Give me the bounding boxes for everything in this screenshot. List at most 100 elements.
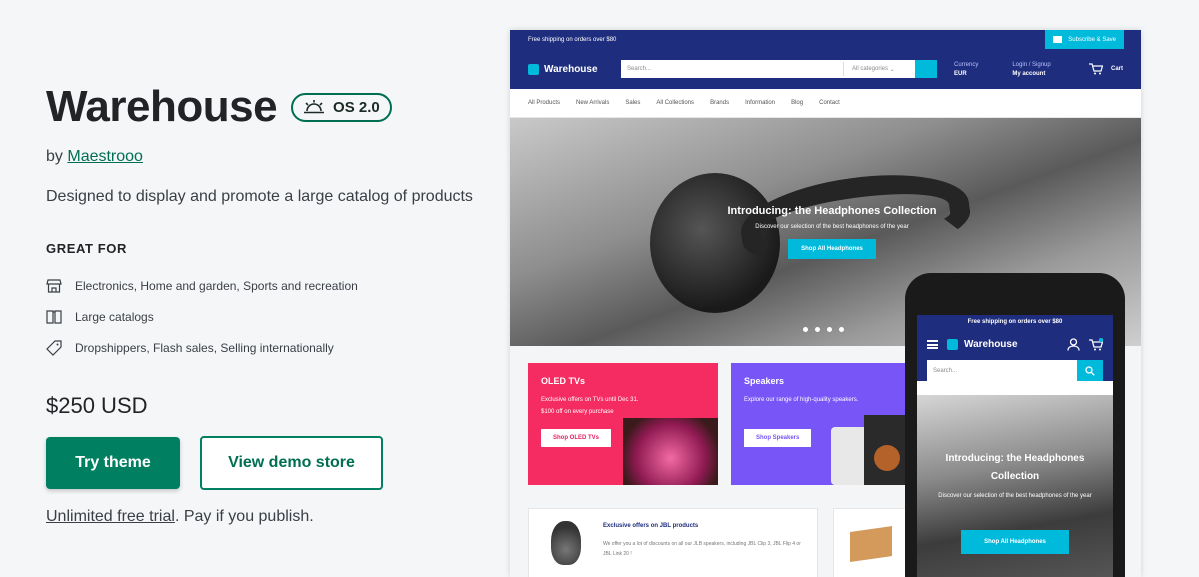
mobile-store-name[interactable]: Warehouse [964,339,1018,350]
theme-info-panel: Warehouse OS 2.0 by Maestrooo Designed t… [46,0,496,577]
os-badge-label: OS 2.0 [333,98,380,116]
nav-item[interactable]: Blog [791,100,803,106]
menu-icon[interactable] [927,339,938,349]
announcement-text: Free shipping on orders over $80 [528,36,617,43]
envelope-icon [1053,36,1063,43]
card-title: Exclusive offers on JBL products [603,523,699,529]
mobile-header-icons [1067,337,1103,351]
mobile-shop-headphones-button[interactable]: Shop All Headphones [961,530,1069,554]
search-button[interactable] [915,60,937,78]
account-value: My account [1012,70,1046,77]
mobile-hero-subtitle: Discover our selection of the best headp… [938,493,1092,499]
cart-icon [1088,63,1103,75]
promo-line: Exclusive offers on TVs until Dec 31. [541,397,639,403]
trial-suffix: . Pay if you publish. [174,508,314,525]
shop-oled-button[interactable]: Shop OLED TVs [541,429,612,447]
subscribe-label: Subscribe & Save [1068,36,1116,43]
mobile-announcement: Free shipping on orders over $80 [917,315,1113,329]
header-utilities: Currency EUR Login / Signup My account [954,62,1085,77]
jbl-offer-card[interactable]: Exclusive offers on JBL products We offe… [528,508,818,577]
slide-dot[interactable] [827,327,832,332]
mobile-screen: Free shipping on orders over $80 Warehou… [917,315,1113,577]
store-logo[interactable]: Warehouse [528,63,621,75]
card-text: We offer you a lot of discounts on all o… [603,541,801,557]
logo-icon [528,63,539,75]
announcement-bar: Free shipping on orders over $80 Subscri… [510,30,1141,49]
nav-item[interactable]: All Products [528,100,560,106]
slide-dot[interactable] [803,327,808,332]
title-row: Warehouse OS 2.0 [46,82,392,132]
feature-label: Dropshippers, Flash sales, Selling inter… [75,341,334,355]
search-icon [1085,365,1095,376]
flower-image [623,418,718,485]
nav-item[interactable]: New Arrivals [576,100,609,106]
free-trial-link[interactable]: Unlimited free trial [46,508,175,525]
nav-item[interactable]: Sales [625,100,640,106]
theme-description: Designed to display and promote a large … [46,188,473,205]
promo-title: OLED TVs [541,376,586,386]
feature-label: Electronics, Home and garden, Sports and… [75,279,358,293]
mobile-hero: Introducing: the Headphones Collection D… [917,395,1113,577]
hero-text: Introducing: the Headphones Collection D… [717,205,947,259]
feature-item: Large catalogs [46,309,154,325]
nav-item[interactable]: Information [745,100,775,106]
promo-title: Speakers [744,376,785,386]
cart-icon[interactable] [1089,337,1103,351]
mobile-search[interactable]: Search... [927,360,1103,381]
feature-label: Large catalogs [75,310,154,324]
os-badge: OS 2.0 [291,92,392,122]
tag-icon [46,340,62,356]
promo-oled[interactable]: OLED TVs Exclusive offers on TVs until D… [528,363,718,485]
feature-item: Electronics, Home and garden, Sports and… [46,278,358,294]
great-for-heading: GREAT FOR [46,241,127,256]
mobile-hero-title: Introducing: the Headphones Collection [945,453,1085,482]
author-prefix: by [46,148,63,165]
store-name: Warehouse [544,63,598,75]
try-theme-button[interactable]: Try theme [46,437,180,489]
promo-text: Exclusive offers on TVs until Dec 31. $1… [541,394,705,418]
theme-title: Warehouse [46,82,278,131]
account-icon[interactable] [1067,337,1080,351]
shop-speakers-button[interactable]: Shop Speakers [744,429,812,447]
account-label: Login / Signup [1012,61,1051,68]
feature-item: Dropshippers, Flash sales, Selling inter… [46,340,334,356]
mobile-search-placeholder: Search... [933,367,958,374]
store-search[interactable]: Search... All categories ⌄ [621,60,937,78]
mobile-preview: Free shipping on orders over $80 Warehou… [905,273,1125,577]
currency-label: Currency [954,61,979,68]
currency-selector[interactable]: Currency EUR [954,62,978,77]
mobile-header: Warehouse Search... [917,329,1113,381]
store-header: Warehouse Search... All categories ⌄ Cur… [510,49,1141,89]
author-line: by Maestrooo [46,148,143,166]
book-icon [46,310,62,324]
trial-note: Unlimited free trial. Pay if you publish… [46,508,314,526]
mobile-header-row: Warehouse [927,337,1103,351]
author-link[interactable]: Maestrooo [67,148,143,165]
theme-price: $250 USD [46,393,148,418]
slide-dot[interactable] [839,327,844,332]
white-speaker [831,427,867,485]
category-select-value: All categories [852,66,889,72]
cart-label: Cart [1110,66,1123,72]
promo-speakers[interactable]: Speakers Explore our range of high-quali… [731,363,921,485]
nav-item[interactable]: All Collections [656,100,694,106]
box-image [850,526,892,562]
view-demo-store-button[interactable]: View demo store [200,436,383,490]
category-select[interactable]: All categories ⌄ [843,62,915,76]
slide-dot[interactable] [815,327,820,332]
store-icon [46,279,62,293]
logo-icon [947,338,958,350]
promo-line: $100 off on every purchase [541,409,614,415]
search-placeholder: Search... [627,66,652,72]
sunrise-icon [304,100,325,114]
store-nav: All Products New Arrivals Sales All Coll… [510,89,1141,118]
cart-link[interactable]: Cart [1088,63,1123,75]
hero-subtitle: Discover our selection of the best headp… [755,224,909,230]
jbl-speaker-image [551,521,581,565]
account-link[interactable]: Login / Signup My account [1012,62,1050,77]
nav-item[interactable]: Contact [819,100,840,106]
nav-item[interactable]: Brands [710,100,729,106]
shop-headphones-button[interactable]: Shop All Headphones [788,239,876,259]
subscribe-button[interactable]: Subscribe & Save [1045,30,1124,49]
mobile-search-button[interactable] [1077,360,1103,381]
